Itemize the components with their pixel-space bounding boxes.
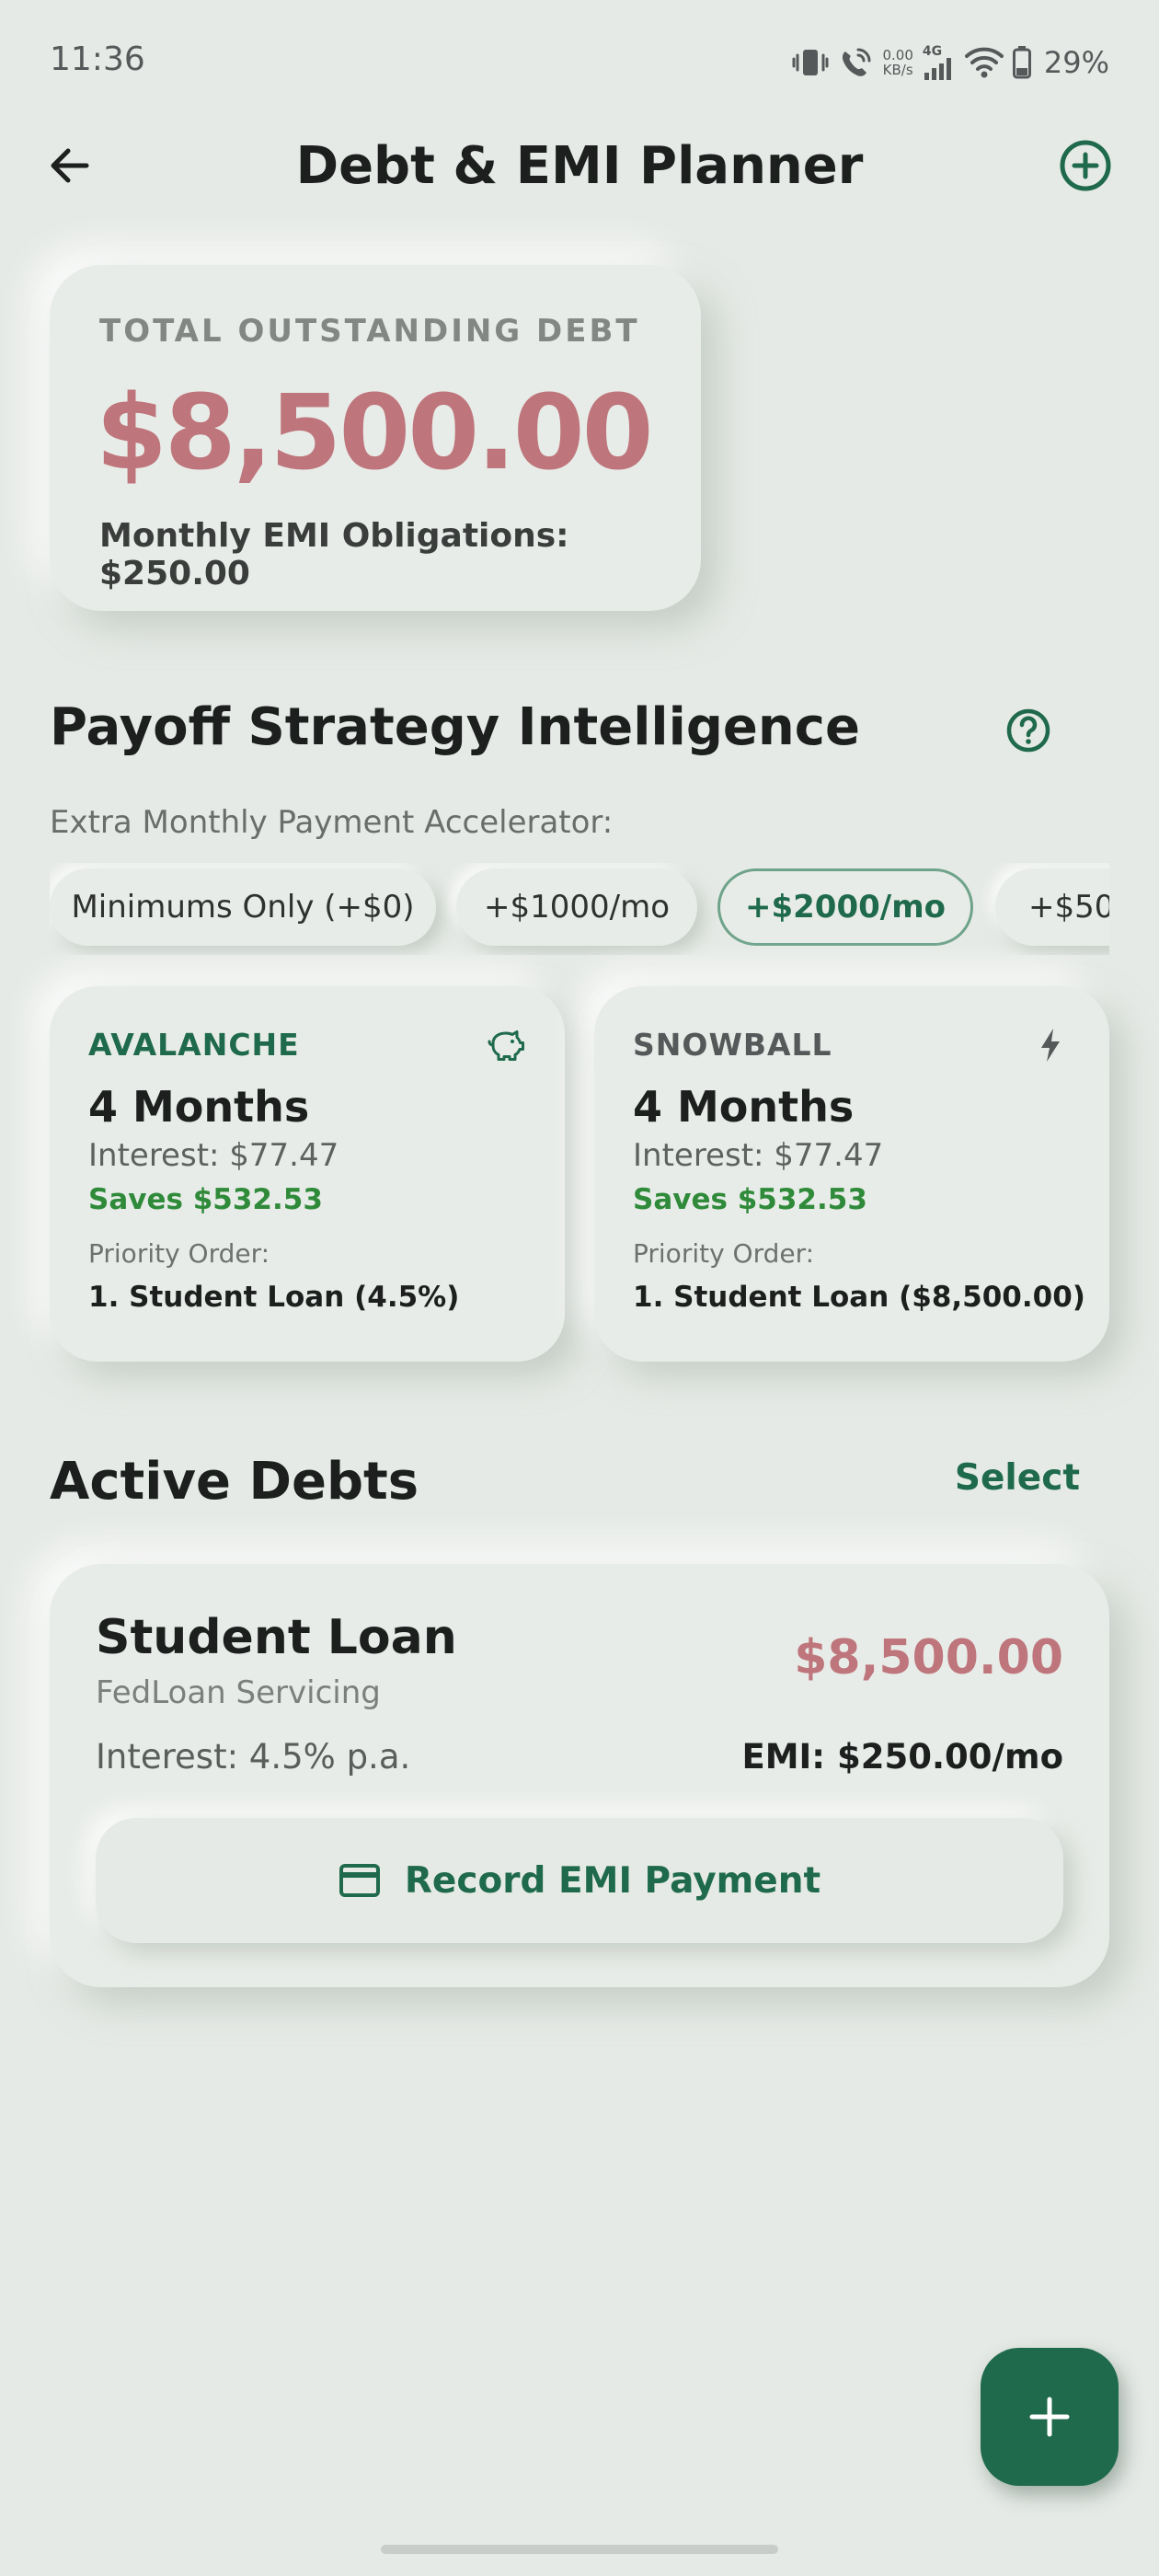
strategy-name: SNOWBALL xyxy=(633,1027,832,1063)
record-emi-payment-button[interactable]: Record EMI Payment xyxy=(96,1818,1063,1943)
avalanche-strategy-card[interactable]: AVALANCHE 4 Months Interest: $77.47 Save… xyxy=(50,986,565,1362)
signal-icon xyxy=(924,58,951,80)
chip-plus-1000[interactable]: +$1000/mo xyxy=(456,868,697,946)
debt-lender: FedLoan Servicing xyxy=(96,1674,381,1711)
plus-icon xyxy=(1029,2397,1070,2437)
home-indicator[interactable] xyxy=(381,2545,778,2554)
priority-order-item: 1. Student Loan ($8,500.00) xyxy=(633,1281,1085,1314)
chip-plus-500[interactable]: +$500 xyxy=(995,868,1109,946)
status-icons: 0.00 KB/s 4G 29% xyxy=(792,42,1109,83)
strategy-savings: Saves $532.53 xyxy=(633,1183,867,1216)
status-time: 11:36 xyxy=(50,40,145,78)
priority-order-item: 1. Student Loan (4.5%) xyxy=(88,1281,460,1314)
strategy-months: 4 Months xyxy=(88,1082,310,1132)
active-debts-title: Active Debts xyxy=(50,1452,419,1512)
battery-percent: 29% xyxy=(1043,45,1109,80)
signal-group: 4G xyxy=(923,45,956,80)
total-debt-card: TOTAL OUTSTANDING DEBT $8,500.00 Monthly… xyxy=(50,265,701,611)
wifi-icon xyxy=(964,47,1004,78)
top-app-bar: Debt & EMI Planner xyxy=(0,129,1159,202)
priority-order-label: Priority Order: xyxy=(88,1238,270,1269)
strategy-section-title: Payoff Strategy Intelligence xyxy=(50,697,860,757)
add-debt-fab[interactable] xyxy=(981,2348,1119,2486)
chip-minimums-only[interactable]: Minimums Only (+$0) xyxy=(50,868,436,946)
snowball-strategy-card[interactable]: SNOWBALL 4 Months Interest: $77.47 Saves… xyxy=(594,986,1109,1362)
accelerator-chips: Minimums Only (+$0) +$1000/mo +$2000/mo … xyxy=(50,863,1109,955)
priority-order-label: Priority Order: xyxy=(633,1238,815,1269)
help-icon[interactable] xyxy=(1004,707,1052,754)
lightning-bolt-icon xyxy=(1041,1029,1060,1062)
strategy-savings: Saves $532.53 xyxy=(88,1183,323,1216)
add-circle-icon[interactable] xyxy=(1058,138,1113,193)
battery-icon xyxy=(1012,46,1031,79)
chip-plus-2000[interactable]: +$2000/mo xyxy=(717,868,973,946)
strategy-interest: Interest: $77.47 xyxy=(88,1137,339,1174)
total-debt-amount: $8,500.00 xyxy=(96,374,654,493)
accelerator-label: Extra Monthly Payment Accelerator: xyxy=(50,804,614,841)
debt-emi: EMI: $250.00/mo xyxy=(741,1737,1063,1777)
debt-balance: $8,500.00 xyxy=(794,1630,1063,1685)
strategy-interest: Interest: $77.47 xyxy=(633,1137,884,1174)
debt-name: Student Loan xyxy=(96,1610,457,1665)
piggy-bank-icon xyxy=(488,1030,524,1061)
wifi-calling-icon xyxy=(843,48,871,76)
page-title: Debt & EMI Planner xyxy=(295,136,864,196)
network-type: 4G xyxy=(922,44,943,59)
strategy-months: 4 Months xyxy=(633,1082,855,1132)
status-bar: 11:36 0.00 KB/s 4G 29% xyxy=(0,0,1159,129)
debt-card-student-loan[interactable]: Student Loan FedLoan Servicing $8,500.00… xyxy=(50,1564,1109,1987)
record-emi-payment-label: Record EMI Payment xyxy=(404,1859,821,1902)
select-button[interactable]: Select xyxy=(955,1457,1080,1499)
debt-interest-rate: Interest: 4.5% p.a. xyxy=(96,1737,411,1777)
credit-card-icon xyxy=(339,1864,380,1897)
monthly-emi-obligations: Monthly EMI Obligations: $250.00 xyxy=(99,517,569,592)
strategy-name: AVALANCHE xyxy=(88,1027,300,1063)
total-debt-label: TOTAL OUTSTANDING DEBT xyxy=(99,313,640,350)
net-speed: 0.00 KB/s xyxy=(882,47,913,78)
vibrate-icon xyxy=(792,50,829,75)
